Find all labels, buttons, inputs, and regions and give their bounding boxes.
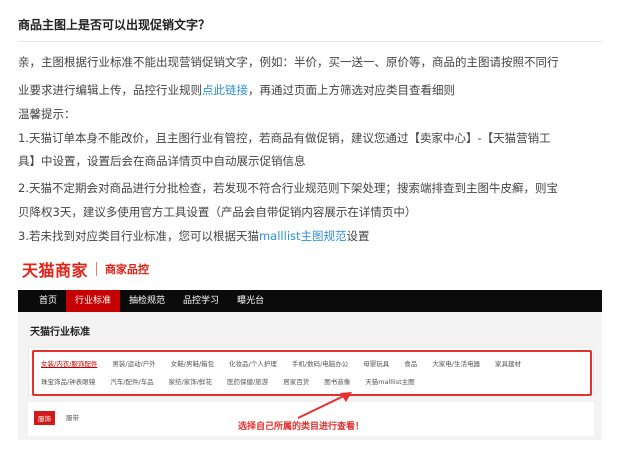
sub-tag[interactable]: 服带 bbox=[66, 412, 79, 422]
malllist-link[interactable]: malllist主图规范 bbox=[259, 229, 347, 243]
tip-2-line-b: 贝降权3天，建议多使用官方工具设置（产品会自带促销内容展示在详情页中） bbox=[18, 205, 417, 219]
nav-learning[interactable]: 品控学习 bbox=[174, 290, 228, 312]
nav-inspection[interactable]: 抽检规范 bbox=[120, 290, 174, 312]
title-divider bbox=[18, 41, 602, 42]
nav-home[interactable]: 首页 bbox=[30, 290, 66, 312]
answer-line-2-text: 业要求进行编辑上传，品控行业规则 bbox=[18, 83, 202, 97]
brand-separator bbox=[96, 262, 98, 276]
tmall-brand-header: 天猫商家 商家品控 bbox=[22, 257, 149, 281]
rules-link[interactable]: 点此链接 bbox=[202, 83, 248, 97]
nav-exposure[interactable]: 曝光台 bbox=[228, 290, 273, 312]
tip-1-line-a: 1.天猫订单本身不能改价，且主图行业有管控，若商品有做促销，建议您通过【卖家中心… bbox=[18, 131, 551, 145]
brand-logo-text: 天猫商家 bbox=[22, 261, 89, 280]
tip-2-line-a: 2.天猫不定期会对商品进行分批检查，若发现不符合行业规范则下架处理；搜索端排查到… bbox=[18, 181, 558, 195]
answer-line-1: 亲，主图根据行业标准不能出现营销促销文字，例如：半价，买一送一、原价等，商品的主… bbox=[18, 55, 559, 69]
nav-industry-standard[interactable]: 行业标准 bbox=[66, 290, 121, 312]
hint-text: 选择自己所属的类目进行查看！ bbox=[238, 422, 365, 432]
question-title: 商品主图上是否可以出现促销文字？ bbox=[18, 18, 211, 32]
tip-3: 3.若未找到对应类目行业标准，您可以根据天猫malllist主图规范设置 bbox=[18, 226, 608, 247]
answer-line-2: 业要求进行编辑上传，品控行业规则点此链接，再通过页面上方筛选对应类目查看细则 bbox=[18, 80, 608, 101]
section-title: 天猫行业标准 bbox=[30, 327, 90, 338]
tips-title: 温馨提示： bbox=[18, 107, 76, 121]
top-nav: 首页 行业标准 抽检规范 品控学习 曝光台 bbox=[18, 290, 602, 312]
tip-3-tail: 设置 bbox=[346, 229, 370, 243]
tip-1-line-b: 具】中设置，设置后会在商品详情页中自动展示促销信息 bbox=[18, 154, 306, 168]
tip-3-text: 3.若未找到对应类目行业标准，您可以根据天猫 bbox=[18, 229, 259, 243]
sub-tag-active[interactable]: 服饰 bbox=[34, 411, 55, 425]
pointer-arrow-icon bbox=[297, 392, 352, 419]
answer-line-2-tail: ，再通过页面上方筛选对应类目查看细则 bbox=[248, 83, 455, 97]
brand-subtitle: 商家品控 bbox=[105, 263, 150, 276]
